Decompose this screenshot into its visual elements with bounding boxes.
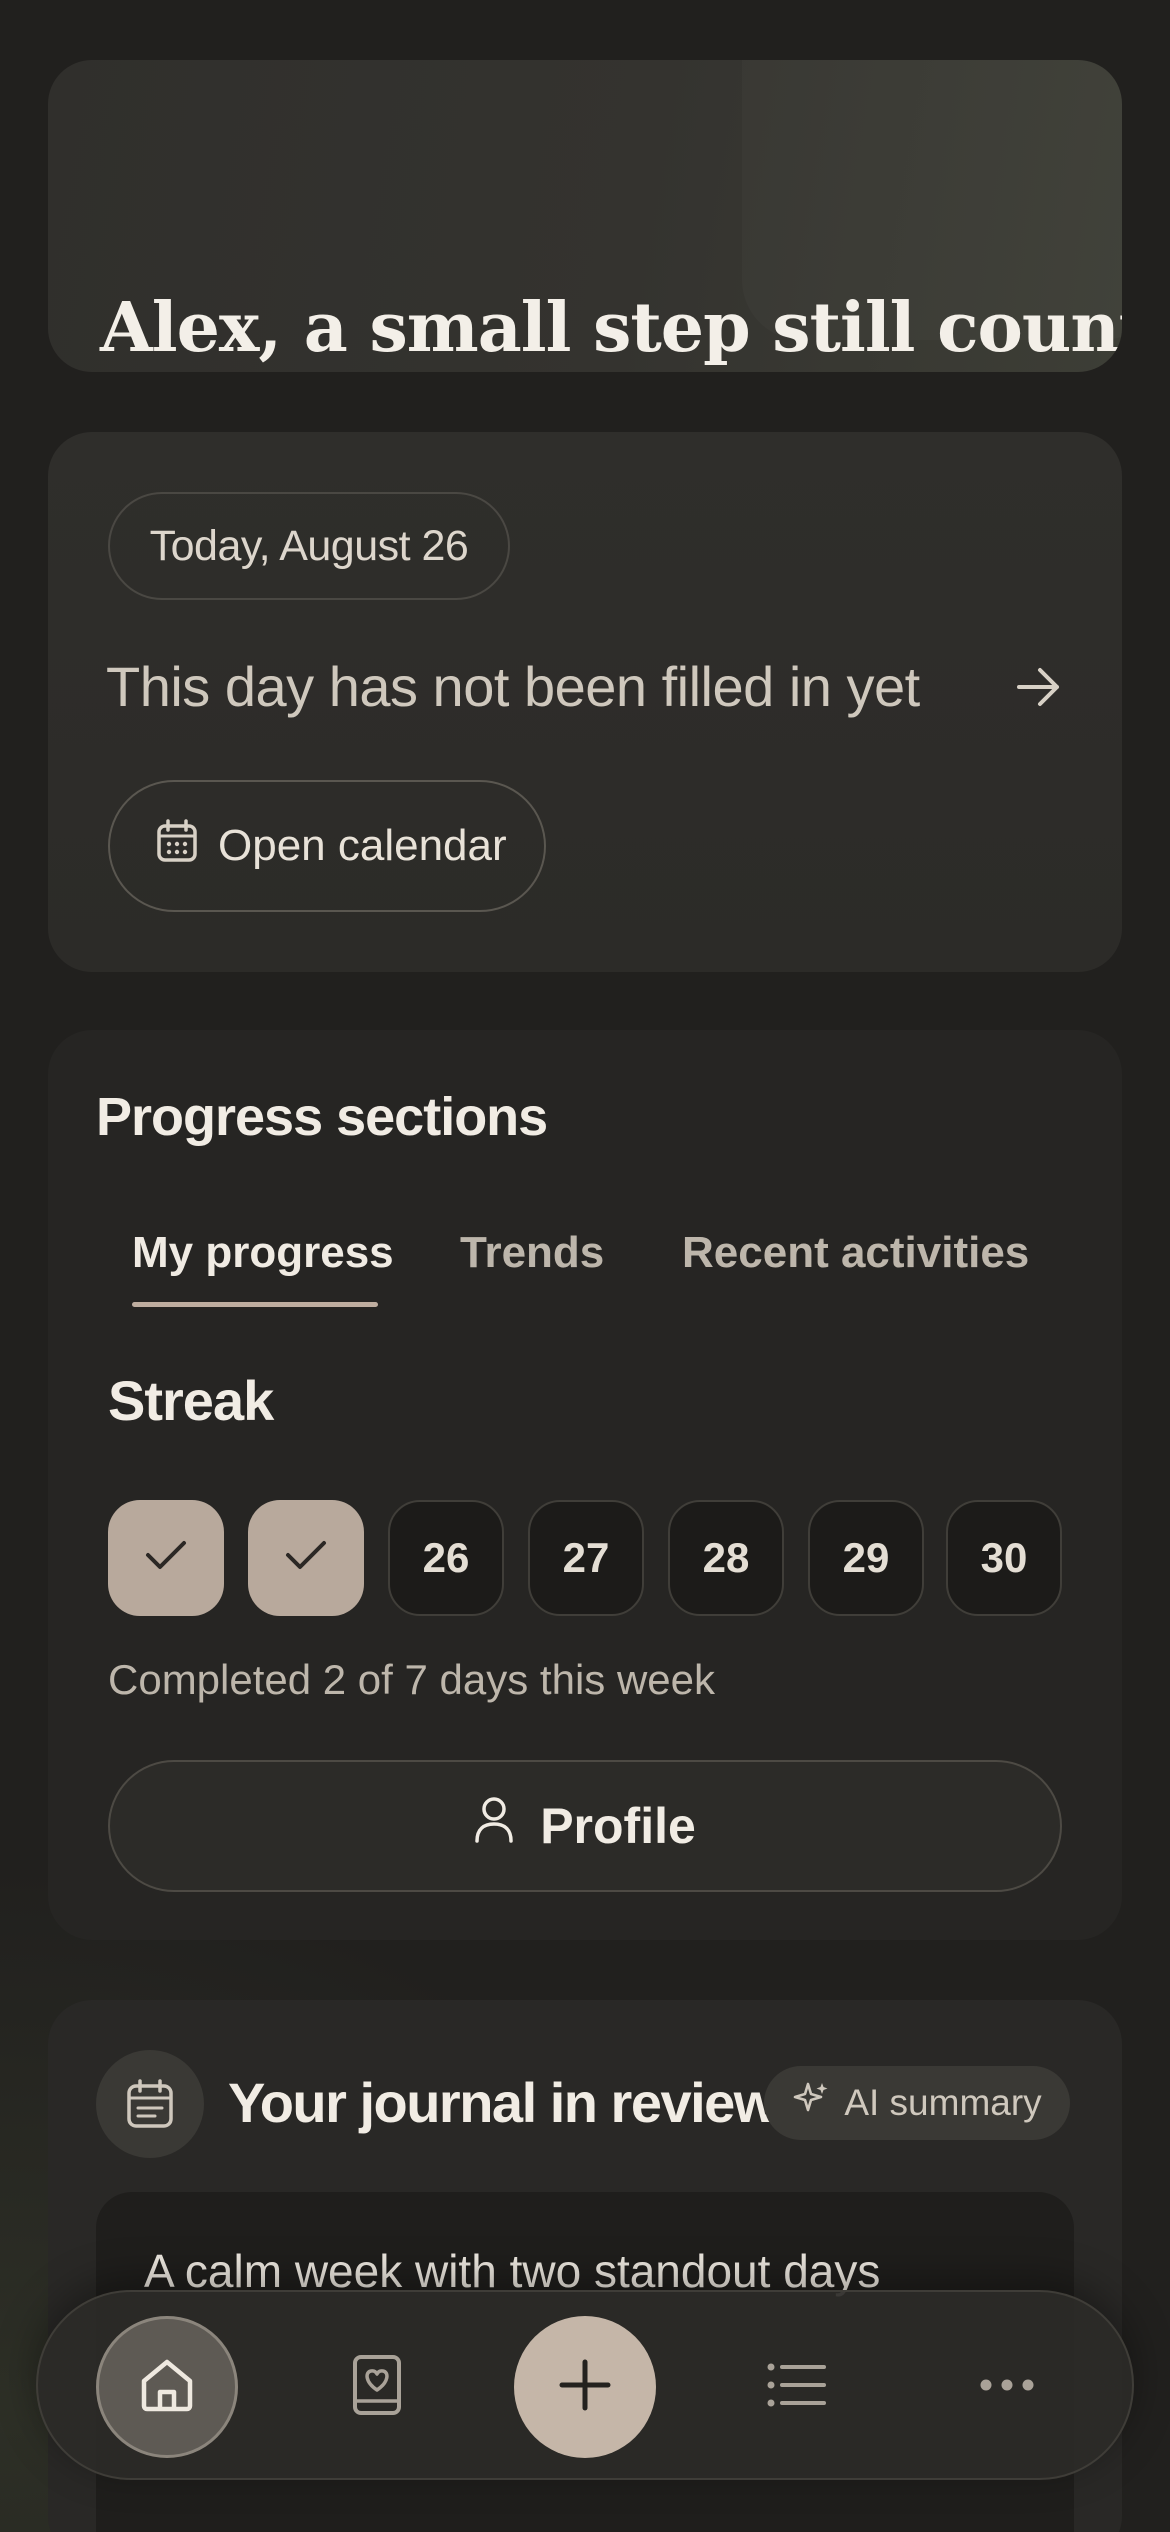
streak-title: Streak <box>108 1369 274 1432</box>
today-card[interactable]: Today, August 26 This day has not been f… <box>48 432 1122 972</box>
journal-heart-icon <box>351 2354 403 2421</box>
user-icon <box>474 1796 514 1856</box>
progress-sections-card: Progress sections My progress Trends Rec… <box>48 1030 1122 1940</box>
streak-day[interactable]: 28 <box>668 1500 784 1616</box>
streak-day[interactable]: 26 <box>388 1500 504 1616</box>
tab-recent-activities[interactable]: Recent activities <box>682 1228 1029 1278</box>
nav-journal[interactable] <box>306 2316 448 2458</box>
nav-list[interactable] <box>726 2316 868 2458</box>
streak-day[interactable]: 27 <box>528 1500 644 1616</box>
plus-icon <box>556 2356 614 2419</box>
checkmark-icon <box>284 1534 328 1582</box>
calendar-list-icon <box>96 2050 204 2158</box>
date-badge: Today, August 26 <box>108 492 510 600</box>
profile-label: Profile <box>540 1798 696 1854</box>
list-icon <box>766 2362 828 2413</box>
streak-day[interactable]: 29 <box>808 1500 924 1616</box>
add-entry-button[interactable] <box>514 2316 656 2458</box>
open-calendar-label: Open calendar <box>218 821 507 870</box>
home-icon <box>136 2354 198 2421</box>
greeting-card: Alex, a small step still counts. <box>48 60 1122 372</box>
sparkle-icon <box>792 2080 830 2127</box>
ai-summary-button[interactable]: AI summary <box>764 2066 1070 2140</box>
checkmark-icon <box>144 1534 188 1582</box>
nav-more[interactable] <box>936 2316 1078 2458</box>
profile-button[interactable]: Profile <box>108 1760 1062 1892</box>
active-tab-indicator <box>132 1302 378 1307</box>
tab-trends[interactable]: Trends <box>460 1228 604 1278</box>
calendar-icon <box>156 818 198 874</box>
day-status-text[interactable]: This day has not been filled in yet <box>106 654 920 719</box>
journal-title: Your journal in review <box>228 2071 777 2134</box>
section-title: Progress sections <box>96 1087 548 1147</box>
open-calendar-button[interactable]: Open calendar <box>108 780 546 912</box>
nav-home[interactable] <box>96 2316 238 2458</box>
more-icon <box>979 2378 1035 2397</box>
app-screen: Alex, a small step still counts. Today, … <box>0 0 1170 2532</box>
week-summary: Completed 2 of 7 days this week <box>108 1656 715 1703</box>
streak-day-completed[interactable] <box>248 1500 364 1616</box>
ai-summary-label: AI summary <box>844 2082 1042 2123</box>
greeting-text: Alex, a small step still counts. <box>100 288 1122 368</box>
bottom-navigation <box>36 2290 1134 2480</box>
streak-day-completed[interactable] <box>108 1500 224 1616</box>
tab-my-progress[interactable]: My progress <box>132 1228 394 1278</box>
streak-day[interactable]: 30 <box>946 1500 1062 1616</box>
arrow-right-icon[interactable] <box>1004 652 1074 722</box>
